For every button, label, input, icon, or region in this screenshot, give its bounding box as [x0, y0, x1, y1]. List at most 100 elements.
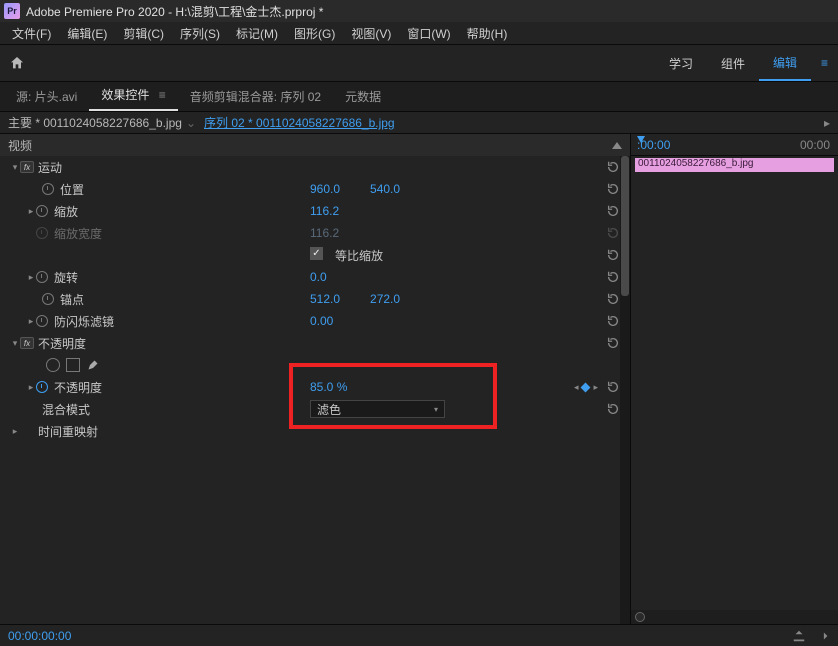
menu-sequence[interactable]: 序列(S) [172, 25, 228, 42]
prop-opacity-value: ▸ 不透明度 85.0 % ◂▸ [0, 376, 630, 398]
rotation-value[interactable]: 0.0 [310, 270, 327, 284]
chevron-down-icon[interactable]: ⌄ [186, 116, 196, 130]
twist-icon[interactable]: ▸ [26, 206, 36, 217]
menu-edit[interactable]: 编辑(E) [59, 25, 115, 42]
menu-clip[interactable]: 剪辑(C) [115, 25, 172, 42]
reset-button[interactable] [606, 380, 620, 394]
clip-block[interactable]: 0011024058227686_b.jpg [635, 158, 834, 172]
reset-button[interactable] [606, 204, 620, 218]
prop-rotation: ▸ 旋转 0.0 [0, 266, 630, 288]
zoom-bar[interactable] [631, 610, 838, 624]
section-video-header: 视频 [0, 134, 630, 156]
stopwatch-icon[interactable] [36, 271, 48, 283]
footer-timecode[interactable]: 00:00:00:00 [8, 629, 71, 643]
twist-icon[interactable]: ▸ [26, 316, 36, 327]
effect-opacity[interactable]: ▾ fx 不透明度 [0, 332, 630, 354]
playhead-toggle-icon[interactable]: ▸ [824, 116, 830, 130]
crumb-sequence[interactable]: 序列 02 * 0011024058227686_b.jpg [204, 114, 395, 131]
workspace-tab-learn[interactable]: 学习 [655, 45, 707, 81]
playhead-icon[interactable] [637, 136, 645, 143]
stopwatch-icon[interactable] [42, 293, 54, 305]
app-icon: Pr [4, 3, 20, 19]
anchor-x[interactable]: 512.0 [310, 292, 340, 306]
prop-position-label: 位置 [60, 181, 84, 198]
workspace-menu-icon[interactable]: ≡ [811, 56, 838, 70]
workspace-tab-editing[interactable]: 编辑 [759, 45, 811, 81]
menu-window[interactable]: 窗口(W) [399, 25, 458, 42]
menu-marker[interactable]: 标记(M) [228, 25, 286, 42]
home-button[interactable] [0, 44, 34, 82]
stopwatch-icon[interactable] [36, 315, 48, 327]
mask-ellipse-icon[interactable] [46, 358, 60, 372]
prop-scale-label: 缩放 [54, 203, 78, 220]
effect-motion[interactable]: ▾ fx 运动 [0, 156, 630, 178]
stopwatch-icon[interactable] [42, 183, 54, 195]
prop-uniform-scale: 等比缩放 [0, 244, 630, 266]
stopwatch-icon[interactable] [36, 205, 48, 217]
reset-button[interactable] [606, 270, 620, 284]
opacity-mask-tools [0, 354, 630, 376]
menu-bar: 文件(F) 编辑(E) 剪辑(C) 序列(S) 标记(M) 图形(G) 视图(V… [0, 22, 838, 44]
antiflicker-value[interactable]: 0.00 [310, 314, 333, 328]
opacity-value[interactable]: 85.0 % [310, 380, 347, 394]
reset-button[interactable] [606, 314, 620, 328]
prop-scale-width: ▸ 缩放宽度 116.2 [0, 222, 630, 244]
prop-blend-mode: 混合模式 滤色 ▾ [0, 398, 630, 420]
stopwatch-icon[interactable] [36, 381, 48, 393]
menu-graphics[interactable]: 图形(G) [286, 25, 343, 42]
effect-opacity-label: 不透明度 [38, 335, 86, 352]
menu-help[interactable]: 帮助(H) [459, 25, 516, 42]
workspace-bar: 学习 组件 编辑 ≡ [0, 44, 838, 82]
twist-icon[interactable]: ▾ [10, 338, 20, 349]
keyframe-diamond-icon[interactable] [581, 382, 591, 392]
position-x[interactable]: 960.0 [310, 182, 340, 196]
menu-file[interactable]: 文件(F) [4, 25, 59, 42]
twist-icon[interactable]: ▸ [10, 426, 20, 437]
twist-icon[interactable]: ▸ [26, 382, 36, 393]
tab-effect-controls-label: 效果控件 [101, 88, 149, 102]
prop-blend-label: 混合模式 [42, 401, 90, 418]
reset-button[interactable] [606, 248, 620, 262]
twist-icon[interactable]: ▾ [10, 162, 20, 173]
reset-button[interactable] [606, 336, 620, 350]
twist-icon[interactable]: ▸ [26, 272, 36, 283]
tab-audio-mixer[interactable]: 音频剪辑混合器: 序列 02 [178, 82, 333, 111]
collapse-icon[interactable] [612, 142, 622, 149]
prop-anchor-label: 锚点 [60, 291, 84, 308]
timeline-ruler[interactable]: :00:00 00:00 [631, 134, 838, 156]
uniform-scale-checkbox[interactable] [310, 247, 323, 260]
effect-time-remap[interactable]: ▸ fx 时间重映射 [0, 420, 630, 442]
prop-position: 位置 960.0 540.0 [0, 178, 630, 200]
crumb-master[interactable]: 主要 * 0011024058227686_b.jpg [8, 114, 182, 131]
mask-rect-icon[interactable] [66, 358, 80, 372]
reset-button[interactable] [606, 402, 620, 416]
panel-menu-icon[interactable]: ≡ [153, 88, 166, 102]
menu-view[interactable]: 视图(V) [343, 25, 399, 42]
clip-row: 0011024058227686_b.jpg [631, 156, 838, 174]
tab-metadata[interactable]: 元数据 [333, 82, 393, 111]
reset-button[interactable] [606, 182, 620, 196]
reset-button[interactable] [606, 292, 620, 306]
mask-pen-icon[interactable] [86, 358, 100, 372]
share-icon[interactable] [816, 629, 830, 643]
anchor-y[interactable]: 272.0 [370, 292, 400, 306]
effect-controls-panel: 视频 ▾ fx 运动 位置 960.0 540.0 ▸ 缩放 116.2 [0, 134, 630, 624]
uniform-scale-label: 等比缩放 [335, 247, 383, 264]
workspace-tab-assembly[interactable]: 组件 [707, 45, 759, 81]
keyframe-nav[interactable]: ◂▸ [574, 382, 598, 393]
prop-opacity-label: 不透明度 [54, 379, 102, 396]
position-y[interactable]: 540.0 [370, 182, 400, 196]
reset-button[interactable] [606, 160, 620, 174]
export-frame-icon[interactable] [792, 629, 806, 643]
fx-badge-icon[interactable]: fx [20, 337, 34, 349]
footer-bar: 00:00:00:00 [0, 624, 838, 646]
fx-badge-icon[interactable]: fx [20, 161, 34, 173]
blend-mode-dropdown[interactable]: 滤色 ▾ [310, 400, 445, 418]
timecode-end: 00:00 [800, 138, 830, 152]
section-video-label: 视频 [8, 137, 32, 154]
scale-value[interactable]: 116.2 [310, 204, 339, 218]
tab-source[interactable]: 源: 片头.avi [4, 82, 89, 111]
scrollbar-thumb[interactable] [621, 156, 629, 296]
zoom-handle-icon[interactable] [635, 612, 645, 622]
tab-effect-controls[interactable]: 效果控件 ≡ [89, 80, 177, 111]
